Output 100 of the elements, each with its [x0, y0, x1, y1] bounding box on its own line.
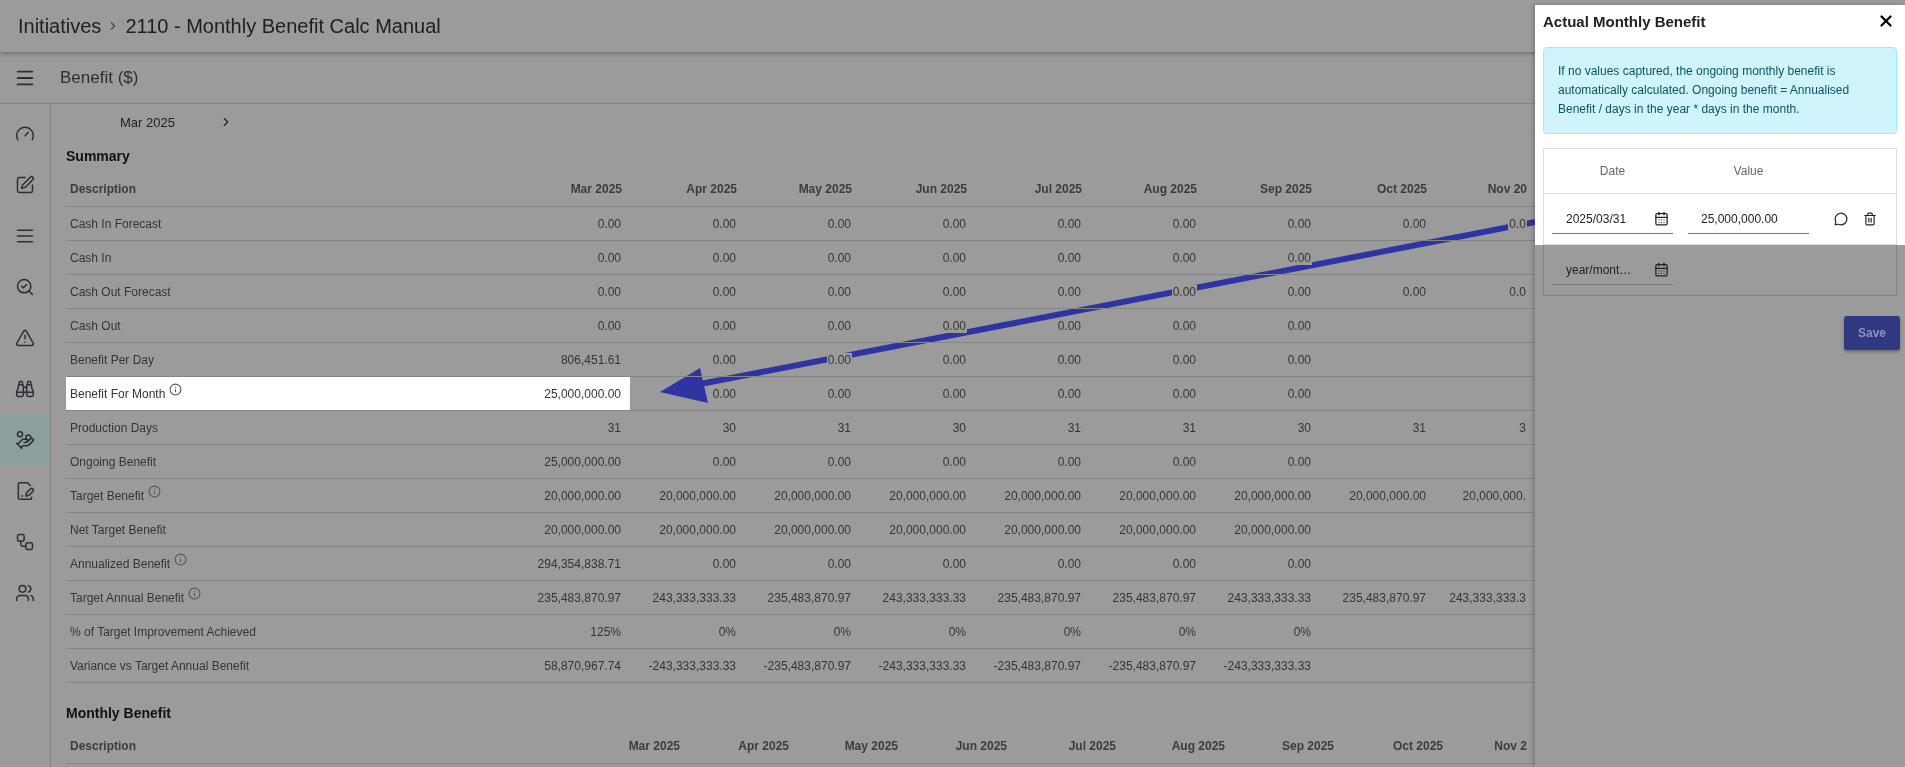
- table-cell: 0.00: [1286, 318, 1312, 333]
- column-header: Description: [66, 729, 579, 764]
- row-label: Cash Out: [70, 318, 121, 333]
- table-cell: 20,000,000.00: [773, 488, 852, 503]
- table-cell: 0.00: [596, 250, 622, 265]
- table-cell: 0.00: [941, 250, 967, 265]
- table-cell: 0.00: [941, 284, 967, 299]
- table-cell: 0.00: [941, 454, 967, 469]
- column-header: Jul 2025: [975, 172, 1090, 207]
- column-header: Value: [1732, 164, 1765, 178]
- table-cell: 0.00: [1171, 386, 1197, 401]
- date-field[interactable]: 2025/03/31: [1552, 204, 1673, 234]
- table-cell: 20,000,000.00: [888, 522, 967, 537]
- table-cell: -243,333,333.33: [877, 658, 967, 673]
- value-field[interactable]: 25,000,000.00: [1688, 204, 1809, 234]
- row-label: Benefit Per Day: [70, 352, 155, 367]
- table-cell: 20,000,000.00: [1118, 522, 1197, 537]
- table-cell: 0.00: [941, 318, 967, 333]
- table-cell: 0.00: [826, 352, 852, 367]
- row-label: Target Benefit: [70, 488, 145, 503]
- column-header: Aug 2025: [1090, 172, 1205, 207]
- table-cell: 0.00: [1056, 318, 1082, 333]
- table-cell: 243,333,333.33: [881, 590, 967, 605]
- table-cell: 0%: [1177, 624, 1197, 639]
- save-button[interactable]: Save: [1844, 316, 1900, 350]
- table-cell: 0.00: [711, 556, 737, 571]
- table-cell: 0.00: [596, 284, 622, 299]
- table-cell: 0.00: [1401, 284, 1427, 299]
- table-cell: 0.00: [826, 454, 852, 469]
- table-cell: 20,000,000.00: [1233, 522, 1312, 537]
- table-cell: 0.00: [711, 352, 737, 367]
- table-cell: 0.00: [1171, 352, 1197, 367]
- table-cell: -243,333,333.33: [647, 658, 737, 673]
- row-label: Target Annual Benefit: [70, 590, 185, 605]
- table-cell: -235,483,870.97: [1107, 658, 1197, 673]
- table-cell: 25,000,000.00: [543, 454, 622, 469]
- table-cell: 0.00: [826, 556, 852, 571]
- table-cell: 20,000,000.00: [773, 522, 852, 537]
- table-cell: 20,000,000.00: [1118, 488, 1197, 503]
- row-label: Ongoing Benefit: [70, 454, 157, 469]
- column-header: Jul 2025: [1015, 729, 1124, 764]
- table-cell: 0.00: [1286, 250, 1312, 265]
- table-cell: 20,000,000.: [1461, 488, 1527, 503]
- table-cell: 0.00: [826, 284, 852, 299]
- table-cell: 31: [1066, 420, 1082, 435]
- table-cell: 0.00: [1171, 556, 1197, 571]
- table-cell: 20,000,000.00: [658, 522, 737, 537]
- table-cell: 0.00: [826, 386, 852, 401]
- table-cell: 31: [836, 420, 852, 435]
- table-cell: 0.0: [1508, 216, 1527, 231]
- table-cell: 0.00: [1056, 454, 1082, 469]
- table-cell: 0.00: [711, 284, 737, 299]
- column-header: Oct 2025: [1342, 729, 1451, 764]
- info-message: If no values captured, the ongoing monthly benefit is automatically calculated. Ongoing benefit = Annualised Benefit / days in the year * days in the month.: [1543, 47, 1897, 134]
- table-cell: 0.00: [711, 216, 737, 231]
- column-header: Jun 2025: [860, 172, 975, 207]
- table-cell: 0.00: [711, 318, 737, 333]
- table-cell: 0.00: [1171, 454, 1197, 469]
- breadcrumb-link[interactable]: Initiatives: [18, 14, 102, 38]
- table-cell: 0.00: [1171, 318, 1197, 333]
- row-label: Cash In: [70, 250, 112, 265]
- section-heading: Summary: [66, 147, 131, 166]
- table-cell: 0%: [947, 624, 967, 639]
- row-label: Benefit For Month: [70, 386, 166, 401]
- table-cell: 20,000,000.00: [543, 522, 622, 537]
- table-cell: 0.00: [1171, 250, 1197, 265]
- section-title: Benefit ($): [60, 67, 139, 88]
- table-cell: 30: [1296, 420, 1312, 435]
- table-cell: 20,000,000.00: [1348, 488, 1427, 503]
- row-label: Cash In Forecast: [70, 216, 162, 231]
- row-label: Variance vs Target Annual Benefit: [70, 658, 249, 673]
- table-cell: -235,483,870.97: [992, 658, 1082, 673]
- table-cell: 25,000,000.00: [543, 386, 622, 401]
- table-cell: 31: [1411, 420, 1427, 435]
- column-header: Date: [1598, 164, 1627, 178]
- table-cell: 0.0: [1508, 284, 1527, 299]
- column-header: Apr 2025: [630, 172, 745, 207]
- table-cell: 0.00: [826, 216, 852, 231]
- table-cell: 0.00: [596, 318, 622, 333]
- table-cell: 0%: [1062, 624, 1082, 639]
- table-cell: 0.00: [1056, 386, 1082, 401]
- column-header: Sep 2025: [1233, 729, 1342, 764]
- column-header: May 2025: [797, 729, 906, 764]
- row-label: Cash Out Forecast: [70, 284, 171, 299]
- table-cell: 0.00: [1056, 250, 1082, 265]
- table-cell: 31: [606, 420, 622, 435]
- table-cell: 235,483,870.97: [1111, 590, 1197, 605]
- table-cell: 0.00: [1286, 216, 1312, 231]
- table-cell: 0.00: [1056, 284, 1082, 299]
- table-cell: 243,333,333.33: [651, 590, 737, 605]
- table-cell: 20,000,000.00: [543, 488, 622, 503]
- table-cell: 806,451.61: [559, 352, 622, 367]
- table-cell: 0.00: [1286, 352, 1312, 367]
- table-cell: 0.00: [1286, 386, 1312, 401]
- column-header: Jun 2025: [906, 729, 1015, 764]
- table-cell: 3: [1518, 420, 1527, 435]
- table-cell: -243,333,333.33: [1222, 658, 1312, 673]
- column-header: Description: [66, 172, 515, 207]
- table-cell: 0.00: [1286, 556, 1312, 571]
- page-heading: 2110 - Monthly Benefit Calc Manual: [125, 14, 441, 38]
